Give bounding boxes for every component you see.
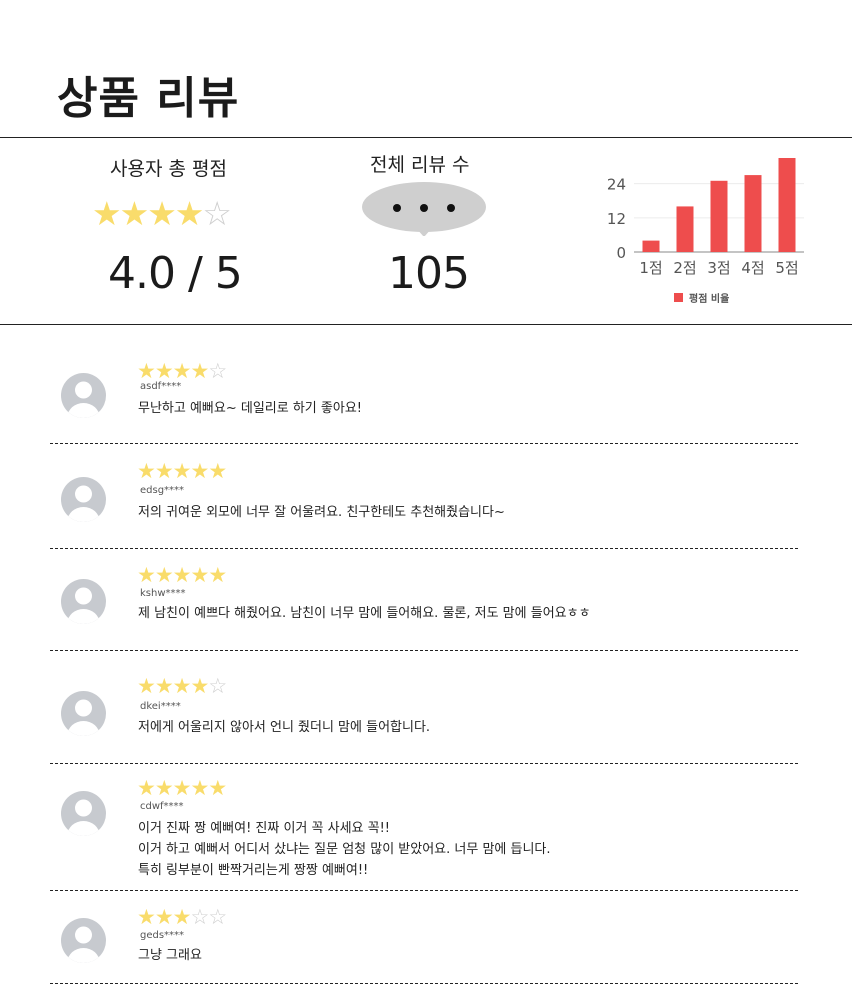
- y-tick-label: 12: [607, 210, 626, 228]
- star-icon: ★: [154, 905, 174, 929]
- rating-value: 4.0 / 5: [108, 248, 243, 299]
- review-username: geds****: [140, 930, 185, 941]
- star-icon: ★: [137, 359, 156, 383]
- review-text-line: 특히 링부분이 빤짝거리는게 짱짱 예뻐여!!: [138, 863, 369, 878]
- star-icon: ★: [137, 563, 156, 587]
- review-text-line: 저의 귀여운 외모에 너무 잘 어울려요. 친구한테도 추천해줬습니다~: [138, 505, 505, 520]
- x-tick-label: 3점: [707, 259, 730, 277]
- review-divider: [50, 983, 798, 984]
- star-icon: ★: [172, 459, 192, 483]
- star-icon: ★: [172, 776, 192, 800]
- review-username: asdf****: [140, 381, 182, 392]
- star-icon: ★: [154, 459, 174, 483]
- star-icon: ★: [208, 776, 227, 800]
- review-divider: [50, 763, 798, 764]
- star-icon: ★: [137, 674, 156, 698]
- review-divider: [50, 650, 798, 651]
- review-text: 무난하고 예뻐요~ 데일리로 하기 좋아요!: [138, 398, 362, 419]
- review-text: 이거 진짜 짱 예뻐여! 진짜 이거 꼭 사세요 꼭!! 이거 하고 예뻐서 어디…: [138, 818, 551, 881]
- star-icon: ★: [154, 674, 174, 698]
- review-stars: ★★★★★: [137, 563, 227, 587]
- x-tick-label: 2점: [673, 259, 696, 277]
- star-icon: ☆: [208, 674, 227, 698]
- user-avatar-icon: [61, 579, 106, 624]
- star-icon: ★: [154, 776, 174, 800]
- star-icon: ★: [190, 459, 209, 483]
- star-icon: ☆: [208, 359, 227, 383]
- bar: [676, 206, 694, 252]
- star-icon: ★: [172, 563, 192, 587]
- star-icon: ★: [172, 359, 192, 383]
- star-icon: ☆: [202, 194, 232, 233]
- legend-label: 평점 비율: [689, 292, 729, 305]
- star-icon: ★: [208, 459, 227, 483]
- user-avatar-icon: [61, 477, 106, 522]
- rating-label: 사용자 총 평점: [110, 158, 227, 180]
- user-avatar-icon: [61, 373, 106, 418]
- review-text-line: 무난하고 예뻐요~ 데일리로 하기 좋아요!: [138, 401, 362, 416]
- review-count-value: 105: [388, 248, 470, 299]
- review-divider: [50, 548, 798, 549]
- review-text: 그냥 그래요: [138, 945, 202, 966]
- review-text-line: 저에게 어울리지 않아서 언니 줬더니 맘에 들어합니다.: [138, 720, 431, 735]
- star-icon: ★: [154, 359, 174, 383]
- star-icon: ★: [137, 776, 156, 800]
- review-stars: ★★★★☆: [137, 674, 227, 698]
- review-divider: [50, 890, 798, 891]
- review-username: kshw****: [140, 588, 186, 599]
- review-stars: ★★★★★: [137, 776, 227, 800]
- user-avatar-icon: [61, 918, 106, 963]
- star-icon: ★: [137, 459, 156, 483]
- star-icon: ★: [190, 674, 209, 698]
- star-icon: ★: [190, 359, 209, 383]
- page-title: 상품 리뷰: [57, 73, 240, 124]
- y-tick-label: 24: [607, 176, 626, 194]
- x-tick-label: 5점: [775, 259, 798, 277]
- bar: [778, 158, 796, 252]
- review-username: edsg****: [140, 485, 185, 496]
- star-icon: ★: [137, 905, 156, 929]
- review-summary: 사용자 총 평점 ★★★★☆ 4.0 / 5 전체 리뷰 수 105 0 12 24…: [0, 137, 852, 325]
- x-tick-label: 1점: [639, 259, 662, 277]
- speech-bubble-icon: [362, 182, 486, 236]
- star-icon: ★: [119, 194, 150, 233]
- y-tick-label: 0: [616, 244, 626, 262]
- review-text-line: 제 남친이 예쁘다 해줬어요. 남친이 너무 맘에 들어해요. 물론, 저도 맘…: [138, 606, 591, 621]
- review-text-line: 이거 하고 예뻐서 어디서 샀냐는 질문 엄청 많이 받았어요. 너무 맘에 듭…: [138, 842, 551, 857]
- star-icon: ★: [190, 563, 209, 587]
- user-avatar-icon: [61, 691, 106, 736]
- star-icon: ★: [190, 776, 209, 800]
- star-icon: ★: [208, 563, 227, 587]
- review-text-line: 이거 진짜 짱 예뻐여! 진짜 이거 꼭 사세요 꼭!!: [138, 821, 391, 836]
- star-icon: ☆: [190, 905, 209, 929]
- review-stars: ★★★☆☆: [137, 905, 227, 929]
- star-icon: ★: [172, 905, 192, 929]
- legend-swatch: [674, 293, 683, 302]
- review-text-line: 그냥 그래요: [138, 948, 202, 963]
- review-stars: ★★★★★: [137, 459, 227, 483]
- star-icon: ★: [172, 674, 192, 698]
- bar: [710, 180, 728, 252]
- review-count-label: 전체 리뷰 수: [370, 154, 470, 176]
- user-avatar-icon: [61, 791, 106, 836]
- bar: [744, 175, 762, 252]
- review-text: 저에게 어울리지 않아서 언니 줬더니 맘에 들어합니다.: [138, 717, 430, 738]
- star-icon: ★: [147, 194, 177, 233]
- star-icon: ★: [92, 194, 122, 233]
- rating-stars: ★★★★☆: [92, 194, 232, 233]
- x-tick-label: 4점: [741, 259, 764, 277]
- star-icon: ☆: [208, 905, 227, 929]
- rating-distribution-chart: 0 12 24 1점 2점 3점 4점 5점평점 비율: [607, 158, 804, 305]
- review-username: cdwf****: [140, 801, 184, 812]
- review-text: 제 남친이 예쁘다 해줬어요. 남친이 너무 맘에 들어해요. 물론, 저도 맘…: [138, 603, 591, 624]
- review-stars: ★★★★☆: [137, 359, 227, 383]
- review-username: dkei****: [140, 701, 181, 712]
- review-divider: [50, 443, 798, 444]
- review-text: 저의 귀여운 외모에 너무 잘 어울려요. 친구한테도 추천해줬습니다~: [138, 502, 505, 523]
- star-icon: ★: [154, 563, 174, 587]
- star-icon: ★: [174, 194, 205, 233]
- bar: [642, 240, 660, 252]
